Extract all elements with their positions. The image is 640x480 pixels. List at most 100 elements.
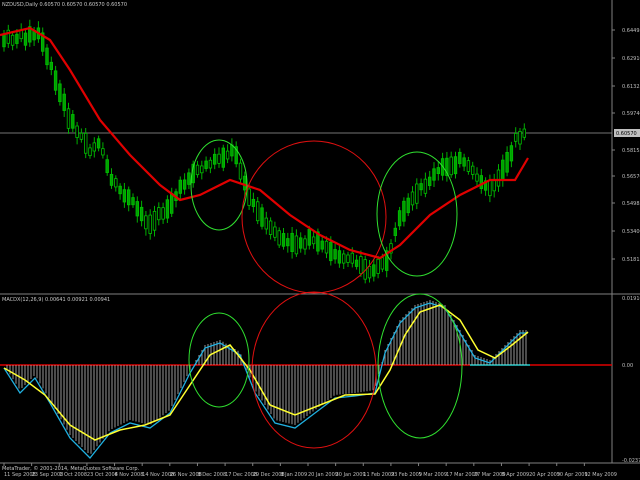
price-candle <box>320 240 324 250</box>
price-candle <box>84 132 88 154</box>
price-candle <box>423 178 428 194</box>
price-candle <box>277 230 281 246</box>
price-candle <box>178 179 182 194</box>
price-candle <box>187 172 191 185</box>
time-tick-label: 12 May 2009 <box>584 472 617 478</box>
price-candle <box>359 256 363 274</box>
price-candle <box>432 168 436 181</box>
moving-average-line <box>0 26 529 260</box>
price-candle <box>161 207 165 220</box>
current-price-label: 0.60570 <box>616 131 637 137</box>
price-candle <box>354 259 359 267</box>
price-candle <box>298 237 303 249</box>
price-candle <box>458 151 462 165</box>
price-candle <box>127 189 131 206</box>
price-candle <box>260 207 264 227</box>
price-candle <box>290 232 294 252</box>
price-candle <box>294 235 299 255</box>
price-candle <box>415 183 419 204</box>
price-candle <box>71 114 75 129</box>
price-candle <box>66 108 71 129</box>
price-candle <box>436 167 440 175</box>
price-candle <box>221 147 225 168</box>
price-candle <box>238 162 243 180</box>
time-tick-label: 8 Dec 2008 <box>197 472 226 478</box>
price-candle <box>402 200 406 222</box>
macd-line <box>3 302 528 459</box>
price-candle <box>230 144 234 157</box>
price-candle <box>268 220 273 235</box>
price-and-macd-chart[interactable]: 0.64495 0.62910 0.61325 0.59740 0.58155 0.565… <box>0 0 640 480</box>
price-candle <box>406 197 410 214</box>
price-candle <box>479 175 483 190</box>
price-candle <box>492 179 496 192</box>
price-candle <box>79 132 84 140</box>
price-candle <box>397 210 402 227</box>
price-candle <box>376 258 380 274</box>
price-candle <box>466 160 471 172</box>
price-candle <box>419 183 423 191</box>
price-candle <box>346 254 350 263</box>
price-candle <box>165 199 170 219</box>
price-candle <box>286 238 290 247</box>
price-candle <box>58 83 62 103</box>
price-candle <box>251 198 256 207</box>
price-candle <box>152 210 157 231</box>
price-candle <box>122 189 127 203</box>
price-candle <box>264 217 268 230</box>
price-candle <box>350 252 354 264</box>
price-candle <box>514 133 518 142</box>
time-tick-label: 20 Jan 2009 <box>308 472 338 478</box>
price-candle <box>144 215 148 230</box>
price-tick-label: 0.59740 <box>622 111 640 117</box>
time-tick-label: 8 Jan 2009 <box>280 472 307 478</box>
price-candle <box>53 70 58 91</box>
price-candle <box>255 201 260 222</box>
price-candle <box>470 165 475 175</box>
time-tick-label: 1 Oct 2008 <box>59 472 87 478</box>
price-candle <box>10 34 15 46</box>
price-candle <box>505 152 509 173</box>
time-tick-label: 23 Feb 2009 <box>391 472 422 478</box>
price-candle <box>333 249 337 260</box>
price-candle <box>212 153 217 165</box>
price-candle <box>204 160 208 169</box>
price-candle <box>114 178 118 188</box>
price-candle <box>96 138 101 149</box>
macd-tick-label: 0.01910 <box>622 296 640 302</box>
price-candle <box>311 236 316 245</box>
price-tick-label: 0.64495 <box>622 28 640 34</box>
price-candle <box>200 165 204 174</box>
price-candle <box>157 207 161 221</box>
price-candle <box>462 157 466 167</box>
price-candle <box>45 47 49 66</box>
price-candle <box>337 250 342 264</box>
price-candle <box>195 164 200 176</box>
price-candle <box>518 131 522 145</box>
price-candle <box>393 227 397 236</box>
price-tick-label: 0.58155 <box>622 148 640 154</box>
price-candle <box>303 238 307 250</box>
price-candle <box>380 257 385 270</box>
price-candle <box>501 159 505 181</box>
price-candle <box>92 142 96 152</box>
price-tick-label: 0.56570 <box>622 174 640 180</box>
price-candle <box>449 156 453 176</box>
price-candle <box>19 29 23 40</box>
price-candle <box>243 175 247 191</box>
price-candle <box>225 150 230 160</box>
price-candle <box>410 191 415 206</box>
price-candle <box>109 173 114 186</box>
price-candle <box>182 179 187 190</box>
price-candle <box>281 233 286 247</box>
price-candle <box>169 193 174 214</box>
time-tick-label: 30 Jan 2009 <box>336 472 366 478</box>
price-candle <box>208 159 213 169</box>
price-candle <box>496 169 501 187</box>
price-candle <box>62 93 66 111</box>
price-candle <box>49 61 53 70</box>
price-tick-label: 0.51815 <box>622 257 640 263</box>
price-candle <box>453 156 458 175</box>
annotation-circle-green <box>376 151 458 277</box>
price-candle <box>101 148 105 156</box>
